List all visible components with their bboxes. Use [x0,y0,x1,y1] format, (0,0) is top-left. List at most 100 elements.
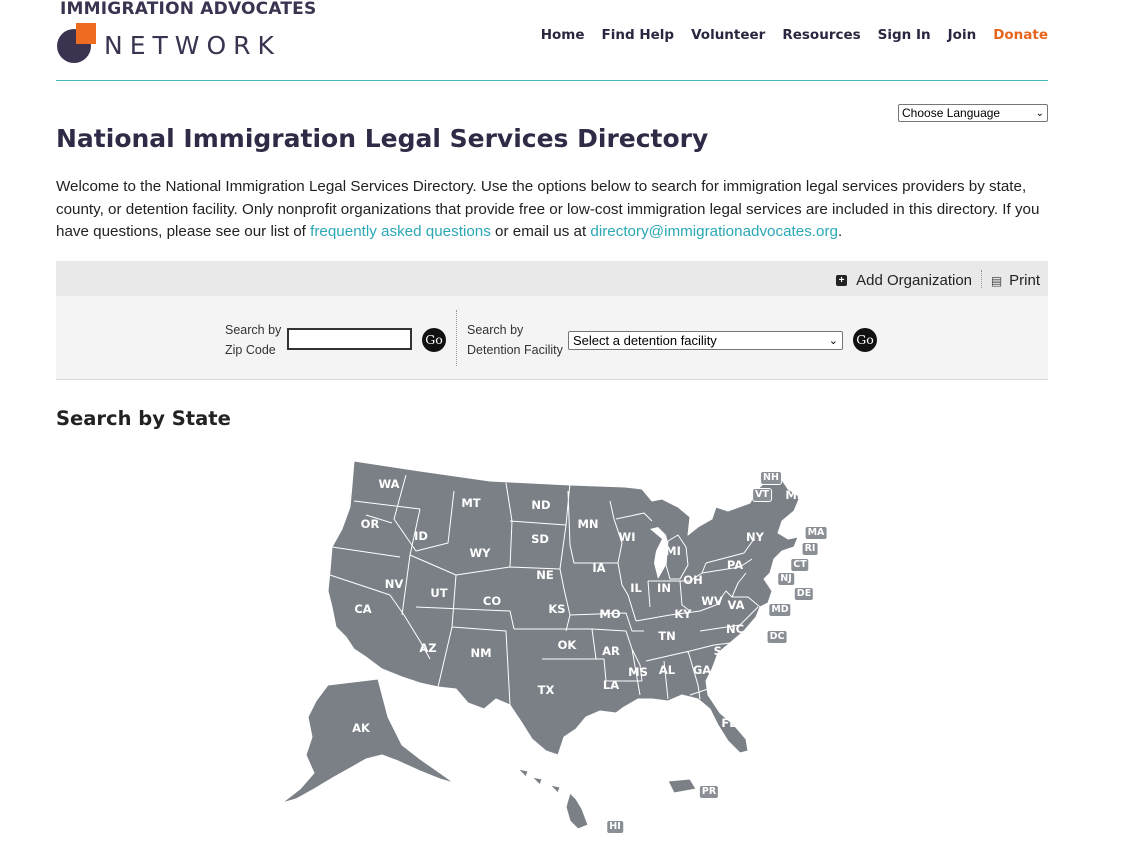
facility-go-button[interactable]: Go [853,328,877,352]
state-mi[interactable]: MI [665,544,681,558]
nav-home[interactable]: Home [541,27,585,43]
state-pr[interactable]: PR [698,785,720,799]
zip-go-button[interactable]: Go [422,328,446,352]
language-select-value: Choose Language [902,106,1001,120]
state-section-title: Search by State [56,407,231,430]
state-ak[interactable]: AK [352,721,370,735]
state-id[interactable]: ID [414,529,428,543]
state-fl[interactable]: FL [721,716,736,730]
print-label: Print [1009,272,1040,289]
intro-paragraph: Welcome to the National Immigration Lega… [56,176,1046,244]
state-co[interactable]: CO [483,594,501,608]
faq-link[interactable]: frequently asked questions [310,223,491,240]
detention-facility-select[interactable]: Select a detention facility ⌄ [568,331,843,350]
state-ga[interactable]: GA [693,663,711,677]
puerto-rico-shape [667,778,697,794]
state-il[interactable]: IL [630,581,642,595]
nav-sign-in[interactable]: Sign In [878,27,931,43]
state-ia[interactable]: IA [592,561,605,575]
state-nc[interactable]: NC [726,622,744,636]
facility-select-value: Select a detention facility [573,333,717,348]
state-mt[interactable]: MT [461,496,480,510]
state-dc[interactable]: DC [766,630,788,644]
state-nj[interactable]: NJ [777,572,795,586]
state-wy[interactable]: WY [469,546,490,560]
us-map-graphic [281,460,801,830]
state-nh[interactable]: NH [760,471,782,485]
state-az[interactable]: AZ [419,641,436,655]
state-la[interactable]: LA [603,678,619,692]
zip-label-line2: Zip Code [225,343,276,357]
state-ok[interactable]: OK [558,638,577,652]
chevron-down-icon: ⌄ [1035,107,1044,119]
state-ma[interactable]: MA [804,526,828,540]
state-wv[interactable]: WV [701,594,723,608]
state-vt[interactable]: VT [752,488,772,502]
logo-text-top: IMMIGRATION ADVOCATES [60,0,317,19]
state-ri[interactable]: RI [801,542,819,556]
state-sc[interactable]: SC [714,644,731,658]
logo-mark-icon [57,23,96,63]
nav-resources[interactable]: Resources [782,27,860,43]
state-ny[interactable]: NY [746,530,764,544]
state-sd[interactable]: SD [531,532,549,546]
state-va[interactable]: VA [727,598,744,612]
hawaii-shape [517,768,589,830]
state-tx[interactable]: TX [538,683,555,697]
state-hi[interactable]: HI [606,820,624,834]
add-organization-button[interactable]: + Add Organization [836,272,972,289]
nav-join[interactable]: Join [948,27,977,43]
printer-icon: ▤ [990,273,1003,288]
state-mn[interactable]: MN [577,517,598,531]
state-ne[interactable]: NE [536,568,553,582]
facility-label-line2: Detention Facility [467,343,563,357]
zip-label-line1: Search by [225,323,282,337]
language-select[interactable]: Choose Language ⌄ [898,104,1048,122]
state-me[interactable]: ME [785,488,804,502]
search-divider [456,310,457,366]
nav-volunteer[interactable]: Volunteer [691,27,765,43]
us-state-map: WA OR CA ID NV MT WY UT AZ CO NM ND SD N… [270,455,840,845]
state-or[interactable]: OR [361,517,380,531]
state-ca[interactable]: CA [354,602,371,616]
email-link[interactable]: directory@immigrationadvocates.org [590,223,838,240]
state-nm[interactable]: NM [470,646,491,660]
state-ks[interactable]: KS [548,602,565,616]
alaska-shape [281,678,455,804]
state-ky[interactable]: KY [674,607,691,621]
state-mo[interactable]: MO [599,607,620,621]
state-nd[interactable]: ND [531,498,550,512]
state-de[interactable]: DE [793,587,815,601]
zip-label: Search by Zip Code [225,320,281,360]
state-oh[interactable]: OH [683,573,702,587]
add-organization-label: Add Organization [856,272,972,289]
search-panel: Search by Zip Code Go Search by Detentio… [56,296,1048,380]
directory-toolbar: + Add Organization ▤ Print [56,261,1048,296]
intro-mid-text: or email us at [490,223,591,240]
state-ms[interactable]: MS [628,665,648,679]
facility-label-line1: Search by [467,323,524,337]
state-md[interactable]: MD [768,603,792,617]
header-divider [56,80,1048,81]
nav-donate[interactable]: Donate [993,27,1048,43]
site-logo[interactable]: IMMIGRATION ADVOCATES NETWORK [56,0,316,70]
state-wa[interactable]: WA [378,477,399,491]
toolbar-divider [981,270,982,288]
zip-code-input[interactable] [287,328,412,350]
state-ct[interactable]: CT [790,558,810,572]
state-ut[interactable]: UT [430,586,447,600]
state-ar[interactable]: AR [602,644,620,658]
state-wi[interactable]: WI [619,530,636,544]
main-nav: Home Find Help Volunteer Resources Sign … [524,27,1048,43]
nav-find-help[interactable]: Find Help [602,27,675,43]
print-button[interactable]: ▤ Print [991,272,1040,289]
state-in[interactable]: IN [657,581,671,595]
state-nv[interactable]: NV [385,577,404,591]
state-al[interactable]: AL [659,663,675,677]
state-tn[interactable]: TN [658,629,675,643]
plus-square-icon: + [836,275,848,286]
intro-end-text: . [837,223,843,240]
state-pa[interactable]: PA [727,558,743,572]
page-title: National Immigration Legal Services Dire… [56,124,709,153]
chevron-down-icon: ⌄ [828,335,838,347]
